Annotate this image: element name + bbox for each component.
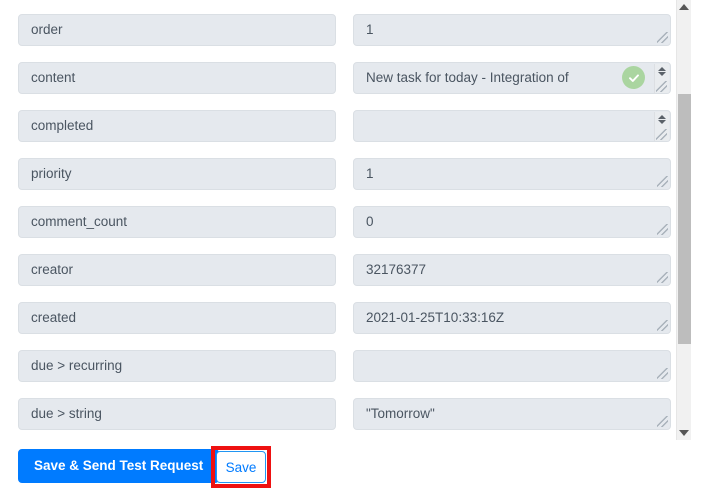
field-key-input[interactable]: order xyxy=(18,14,336,46)
vertical-scrollbar[interactable] xyxy=(676,0,691,440)
resize-grip-icon[interactable] xyxy=(656,81,667,92)
request-body-field-list: order 1 content New task for today - Integr… xyxy=(0,0,726,440)
field-row: completed xyxy=(0,110,726,142)
field-value-input[interactable]: 2021-01-25T10:33:16Z xyxy=(353,302,671,334)
field-key-input[interactable]: due > string xyxy=(18,398,336,430)
field-value-input[interactable] xyxy=(353,110,671,142)
field-value-input[interactable]: "Tomorrow" xyxy=(353,398,671,430)
scroll-down-arrow-icon[interactable] xyxy=(677,426,691,440)
resize-grip-icon[interactable] xyxy=(656,129,667,140)
field-value-input[interactable]: 32176377 xyxy=(353,254,671,286)
field-row: created 2021-01-25T10:33:16Z xyxy=(0,302,726,334)
field-row: order 1 xyxy=(0,14,726,46)
field-key-input[interactable]: content xyxy=(18,62,336,94)
resize-grip-icon[interactable] xyxy=(657,224,668,235)
field-key-input[interactable]: priority xyxy=(18,158,336,190)
resize-grip-icon[interactable] xyxy=(657,176,668,187)
field-row: due > string "Tomorrow" xyxy=(0,398,726,430)
resize-grip-icon[interactable] xyxy=(657,368,668,379)
scrollbar-thumb[interactable] xyxy=(678,94,691,344)
field-value-input[interactable]: 0 xyxy=(353,206,671,238)
save-and-send-test-request-button[interactable]: Save & Send Test Request xyxy=(18,449,220,483)
field-row: creator 32176377 xyxy=(0,254,726,286)
field-row: due > recurring xyxy=(0,350,726,382)
form-footer: Save & Send Test Request xyxy=(0,440,726,501)
field-row: priority 1 xyxy=(0,158,726,190)
resize-grip-icon[interactable] xyxy=(657,320,668,331)
resize-grip-icon[interactable] xyxy=(657,32,668,43)
field-key-input[interactable]: completed xyxy=(18,110,336,142)
check-circle-icon xyxy=(622,66,645,89)
save-button[interactable]: Save xyxy=(216,451,266,483)
field-key-input[interactable]: creator xyxy=(18,254,336,286)
resize-grip-icon[interactable] xyxy=(657,416,668,427)
field-key-input[interactable]: due > recurring xyxy=(18,350,336,382)
field-key-input[interactable]: created xyxy=(18,302,336,334)
scroll-up-arrow-icon[interactable] xyxy=(677,0,691,14)
field-value-input[interactable] xyxy=(353,350,671,382)
field-value-input[interactable]: 1 xyxy=(353,14,671,46)
field-key-input[interactable]: comment_count xyxy=(18,206,336,238)
field-row: content New task for today - Integration … xyxy=(0,62,726,94)
resize-grip-icon[interactable] xyxy=(657,272,668,283)
field-row: comment_count 0 xyxy=(0,206,726,238)
field-value-input[interactable]: 1 xyxy=(353,158,671,190)
